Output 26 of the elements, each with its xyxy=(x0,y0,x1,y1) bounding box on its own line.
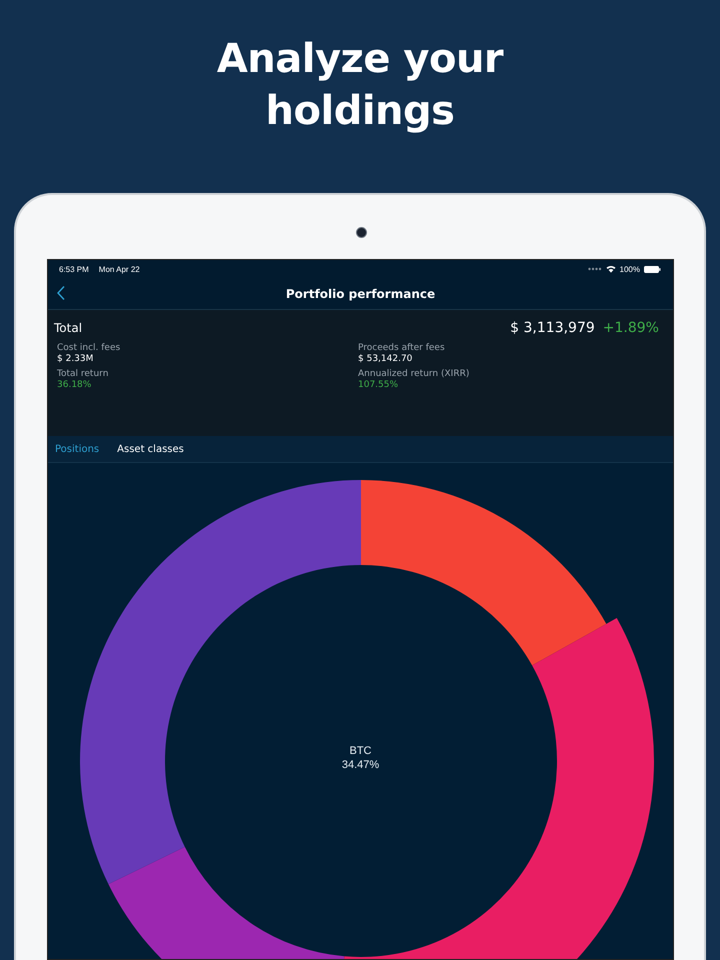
tab[interactable]: Asset classes xyxy=(117,444,184,454)
metric-label: Proceeds after fees xyxy=(358,343,446,353)
battery-icon xyxy=(644,266,661,272)
headline: Analyze your holdings xyxy=(216,35,504,136)
metric-value: 107.55% xyxy=(358,380,400,390)
back-icon[interactable] xyxy=(56,285,66,301)
status-time: 6:53 PM xyxy=(59,264,89,274)
metric-value: 36.18% xyxy=(57,380,92,390)
metric-label: Total return xyxy=(57,369,110,379)
total-change: +1.89% xyxy=(602,320,659,336)
slice-percent: 34.47% xyxy=(342,758,380,772)
metric-value: $ 2.33M xyxy=(57,354,94,364)
wifi-icon xyxy=(606,265,616,273)
metric-label: Cost incl. fees xyxy=(57,343,122,353)
tab[interactable]: Positions xyxy=(55,444,100,454)
battery-percent: 100% xyxy=(620,264,640,274)
total-label: Total xyxy=(54,321,82,335)
metric-value: $ 53,142.70 xyxy=(358,354,414,364)
signal-icon xyxy=(588,267,602,271)
slice-name: BTC xyxy=(350,744,372,758)
camera-icon xyxy=(356,227,367,238)
donut-chart-drawing[interactable] xyxy=(80,480,654,959)
status-date: Mon Apr 22 xyxy=(98,264,140,274)
metric-label: Annualized return (XIRR) xyxy=(358,369,470,379)
total-value: $ 3,113,979 xyxy=(510,320,595,336)
screen-title: Portfolio performance xyxy=(286,286,436,300)
